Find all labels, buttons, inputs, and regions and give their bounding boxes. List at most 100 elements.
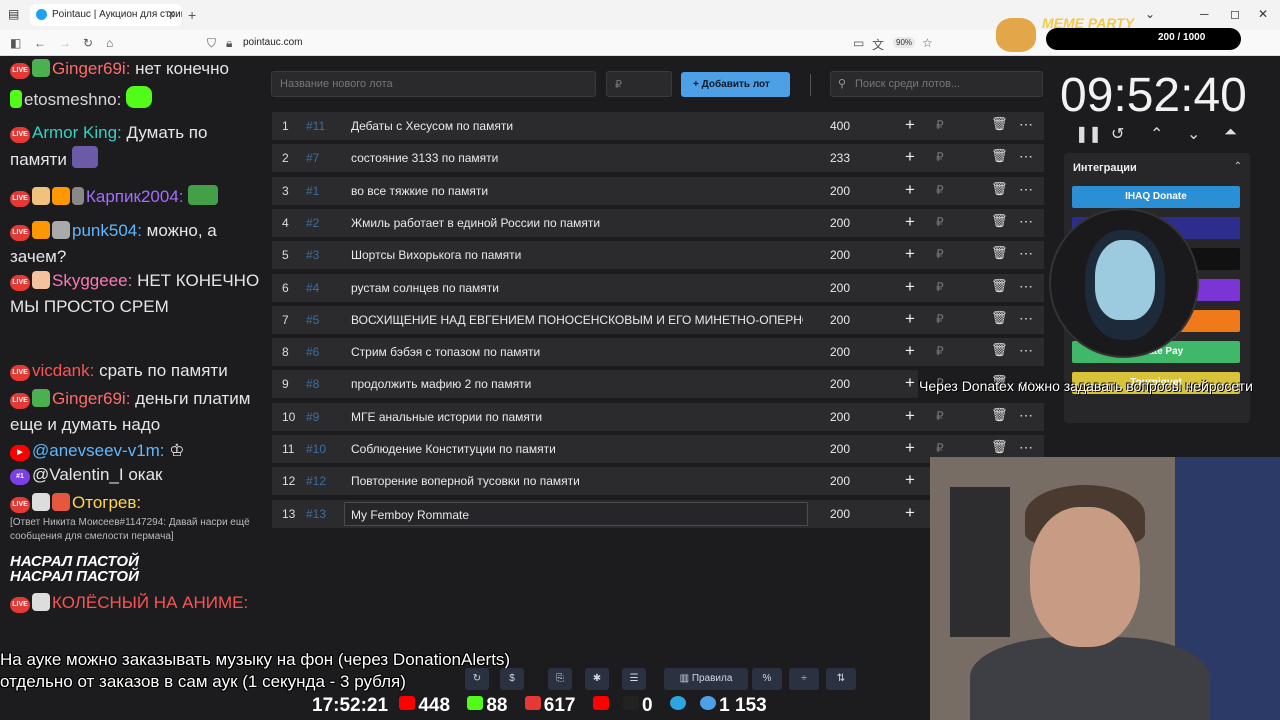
sidebar-icon[interactable]: ◧ [10, 36, 21, 50]
more-icon[interactable]: ⋯ [1019, 439, 1033, 456]
lot-row[interactable]: 8 #6 Стрим бэбэя с топазом по памяти 200 + ₽ 🗑… [272, 338, 1044, 366]
chevron-down-icon[interactable]: ⌄ [1187, 124, 1200, 144]
ruble-icon[interactable]: ₽ [936, 441, 944, 455]
add-amount-icon[interactable]: + [905, 180, 915, 200]
lot-row[interactable]: 5 #3 Шортсы Вихорькога по памяти 200 + ₽ 🗑︎ ⋯ [272, 241, 1044, 269]
lot-row[interactable]: 11 #10 Соблюдение Конституции по памяти 200… [272, 435, 1044, 463]
more-icon[interactable]: ⋯ [1019, 407, 1033, 424]
reset-icon[interactable]: ↺ [1111, 124, 1124, 144]
trash-icon[interactable]: 🗑︎ [991, 116, 1008, 132]
trash-icon[interactable]: 🗑︎ [991, 310, 1008, 326]
url-field[interactable]: pointauc.com [243, 37, 302, 48]
zoom-level[interactable]: 90% [893, 37, 916, 48]
ruble-icon[interactable]: ₽ [936, 215, 944, 229]
new-tab-icon[interactable]: + [188, 7, 196, 23]
lot-name-field[interactable]: МГЕ анальные истории по памяти [351, 410, 803, 424]
more-icon[interactable]: ⋯ [1019, 116, 1033, 133]
search-lots-input[interactable]: ⚲ Поиск среди лотов... [830, 71, 1043, 97]
save-icon[interactable]: ⎘ [548, 668, 572, 690]
add-amount-icon[interactable]: + [905, 244, 915, 264]
rules-button[interactable]: ▥ Правила [664, 668, 748, 690]
lot-name-field[interactable]: Соблюдение Конституции по памяти [351, 442, 803, 456]
trash-icon[interactable]: 🗑︎ [991, 181, 1008, 197]
lot-row[interactable]: 9 #8 продолжить мафию 2 по памяти 200 + ₽ 🗑︎ ⋯ [272, 370, 1033, 398]
ruble-icon[interactable]: ₽ [936, 183, 944, 197]
close-tab-icon[interactable]: ✕ [167, 8, 176, 21]
site-info-icon[interactable]: ⛉ [207, 36, 216, 51]
collapse-icon[interactable]: ⌃ [1234, 161, 1242, 172]
lot-row[interactable]: 7 #5 ВОСХИЩЕНИЕ НАД ЕВГЕНИЕМ ПОНОСЕНСКОВЫМ… [272, 306, 1044, 334]
ruble-icon[interactable]: ₽ [936, 344, 944, 358]
trash-icon[interactable]: 🗑︎ [991, 439, 1008, 455]
add-amount-icon[interactable]: + [905, 309, 915, 329]
ruble-icon[interactable]: ₽ [936, 118, 944, 132]
lot-row[interactable]: 12 #12 Повторение воперной тусовки по памя… [272, 467, 930, 495]
lot-name-field[interactable]: продолжить мафию 2 по памяти [351, 377, 803, 391]
more-icon[interactable]: ⋯ [1019, 245, 1033, 262]
integration-button[interactable]: IHAQ Donate [1072, 186, 1240, 208]
split-icon[interactable]: ÷ [789, 668, 819, 690]
tab-list-icon[interactable]: ▤ [8, 7, 19, 21]
percent-icon[interactable]: % [752, 668, 782, 690]
translate-icon[interactable]: 文 [872, 36, 884, 53]
lot-name-field[interactable]: Дебаты с Хесусом по памяти [351, 119, 803, 133]
close-window-icon[interactable]: ✕ [1258, 7, 1268, 21]
lot-name-field[interactable]: My Femboy Rommate [344, 502, 808, 526]
lot-name-field[interactable]: Стрим бэбэя с топазом по памяти [351, 345, 803, 359]
lot-name-field[interactable]: состояние 3133 по памяти [351, 151, 803, 165]
ruble-icon[interactable]: ₽ [936, 409, 944, 423]
more-icon[interactable]: ⋯ [1019, 148, 1033, 165]
bookmark-star-icon[interactable]: ☆ [922, 36, 933, 50]
home-icon[interactable]: ⌂ [106, 36, 113, 50]
lot-row[interactable]: 4 #2 Жмиль работает в единой России по пам… [272, 209, 1044, 237]
lot-name-field[interactable]: Шортсы Вихорькога по памяти [351, 248, 803, 262]
lot-row[interactable]: 3 #1 во все тяжкие по памяти 200 + ₽ 🗑︎ ⋯ [272, 177, 1044, 205]
trash-icon[interactable]: 🗑︎ [991, 245, 1008, 261]
sort-icon[interactable]: ⇅ [826, 668, 856, 690]
add-lot-button[interactable]: + Добавить лот [681, 72, 790, 97]
add-amount-icon[interactable]: + [905, 212, 915, 232]
lot-row[interactable]: 6 #4 рустам солнцев по памяти 200 + ₽ 🗑︎ ⋯ [272, 274, 1044, 302]
lot-row[interactable]: 13 #13 My Femboy Rommate 200 + [272, 500, 930, 528]
trash-icon[interactable]: 🗑︎ [991, 407, 1008, 423]
list-icon[interactable]: ☰ [622, 668, 646, 690]
reader-icon[interactable]: ▭ [853, 36, 864, 50]
trash-icon[interactable]: 🗑︎ [991, 213, 1008, 229]
add-amount-icon[interactable]: + [905, 438, 915, 458]
add-amount-icon[interactable]: + [905, 406, 915, 426]
add-amount-icon[interactable]: + [905, 470, 915, 490]
more-icon[interactable]: ⋯ [1019, 278, 1033, 295]
add-amount-icon[interactable]: + [905, 341, 915, 361]
collapse-up-icon[interactable]: ⏶ [1224, 124, 1237, 142]
ruble-icon[interactable]: ₽ [936, 312, 944, 326]
lot-name-field[interactable]: ВОСХИЩЕНИЕ НАД ЕВГЕНИЕМ ПОНОСЕНСКОВЫМ И … [351, 313, 803, 327]
lot-row[interactable]: 10 #9 МГЕ анальные истории по памяти 200 + ₽ 🗑… [272, 403, 1044, 431]
lot-amount-input[interactable]: ₽ [606, 71, 672, 97]
add-amount-icon[interactable]: + [905, 277, 915, 297]
more-icon[interactable]: ⋯ [1019, 342, 1033, 359]
pause-icon[interactable]: ❚❚ [1075, 124, 1102, 144]
ruble-icon[interactable]: ₽ [936, 247, 944, 261]
more-icon[interactable]: ⋯ [1019, 181, 1033, 198]
add-amount-icon[interactable]: + [905, 503, 915, 523]
forward-icon[interactable]: → [59, 36, 71, 50]
trash-icon[interactable]: 🗑︎ [991, 148, 1008, 164]
add-amount-icon[interactable]: + [905, 147, 915, 167]
add-amount-icon[interactable]: + [905, 373, 915, 393]
back-icon[interactable]: ← [34, 36, 46, 50]
dollar-icon[interactable]: $ [500, 668, 524, 690]
new-lot-input[interactable]: Название нового лота [271, 71, 596, 97]
lot-row[interactable]: 2 #7 состояние 3133 по памяти 233 + ₽ 🗑︎ ⋯ [272, 144, 1044, 172]
refresh-icon[interactable]: ↻ [465, 668, 489, 690]
trash-icon[interactable]: 🗑︎ [991, 342, 1008, 358]
ruble-icon[interactable]: ₽ [936, 280, 944, 294]
browser-tab[interactable]: Pointauc | Аукцион для стрима ✕ [30, 4, 182, 26]
more-icon[interactable]: ⋯ [1019, 310, 1033, 327]
lot-row[interactable]: 1 #11 Дебаты с Хесусом по памяти 400 + ₽ 🗑︎ ⋯ [272, 112, 1044, 140]
lot-name-field[interactable]: рустам солнцев по памяти [351, 281, 803, 295]
lot-name-field[interactable]: Жмиль работает в единой России по памяти [351, 216, 803, 230]
more-icon[interactable]: ⋯ [1019, 213, 1033, 230]
bug-icon[interactable]: ✱ [585, 668, 609, 690]
chevron-up-icon[interactable]: ⌃ [1150, 124, 1163, 144]
reload-icon[interactable]: ↻ [83, 36, 93, 50]
